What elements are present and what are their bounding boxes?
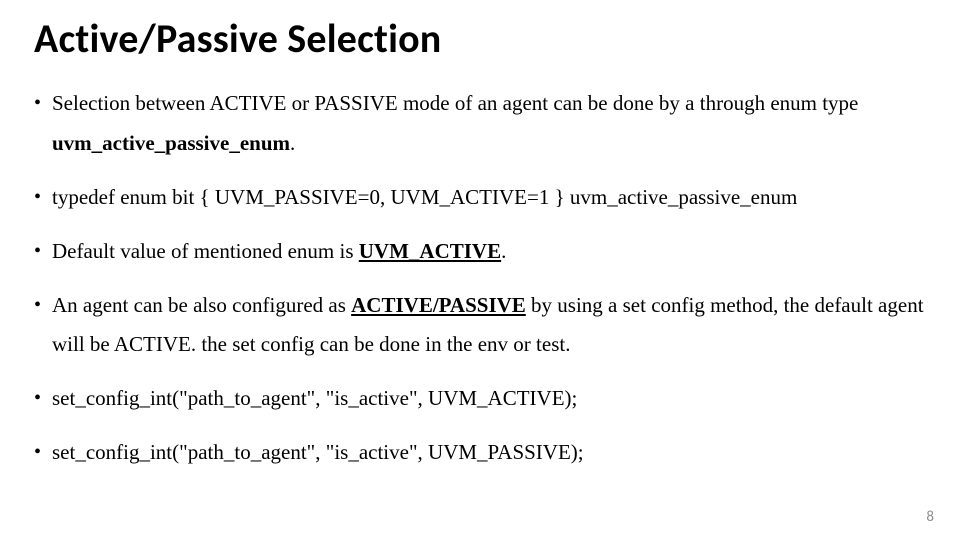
bullet-text-pre: set_config_int("path_to_agent", "is_acti… xyxy=(52,386,577,410)
bullet-text-pre: Default value of mentioned enum is xyxy=(52,239,359,263)
bullet-emph: UVM_ACTIVE xyxy=(359,239,501,263)
bullet-item: set_config_int("path_to_agent", "is_acti… xyxy=(34,379,926,419)
bullet-list: Selection between ACTIVE or PASSIVE mode… xyxy=(34,84,926,473)
bullet-item: Selection between ACTIVE or PASSIVE mode… xyxy=(34,84,926,164)
bullet-text-pre: typedef enum bit { UVM_PASSIVE=0, UVM_AC… xyxy=(52,185,797,209)
bullet-item: set_config_int("path_to_agent", "is_acti… xyxy=(34,433,926,473)
bullet-text-pre: Selection between ACTIVE or PASSIVE mode… xyxy=(52,91,858,115)
bullet-text-post: . xyxy=(290,131,295,155)
bullet-emph: uvm_active_passive_enum xyxy=(52,131,290,155)
slide: Active/Passive Selection Selection betwe… xyxy=(0,0,960,540)
slide-title: Active/Passive Selection xyxy=(34,18,926,60)
bullet-item: typedef enum bit { UVM_PASSIVE=0, UVM_AC… xyxy=(34,178,926,218)
bullet-item: Default value of mentioned enum is UVM_A… xyxy=(34,232,926,272)
bullet-text-pre: set_config_int("path_to_agent", "is_acti… xyxy=(52,440,584,464)
bullet-text-post: . xyxy=(501,239,506,263)
bullet-item: An agent can be also configured as ACTIV… xyxy=(34,286,926,366)
page-number: 8 xyxy=(926,508,934,526)
bullet-emph: ACTIVE/PASSIVE xyxy=(351,293,526,317)
bullet-text-pre: An agent can be also configured as xyxy=(52,293,351,317)
